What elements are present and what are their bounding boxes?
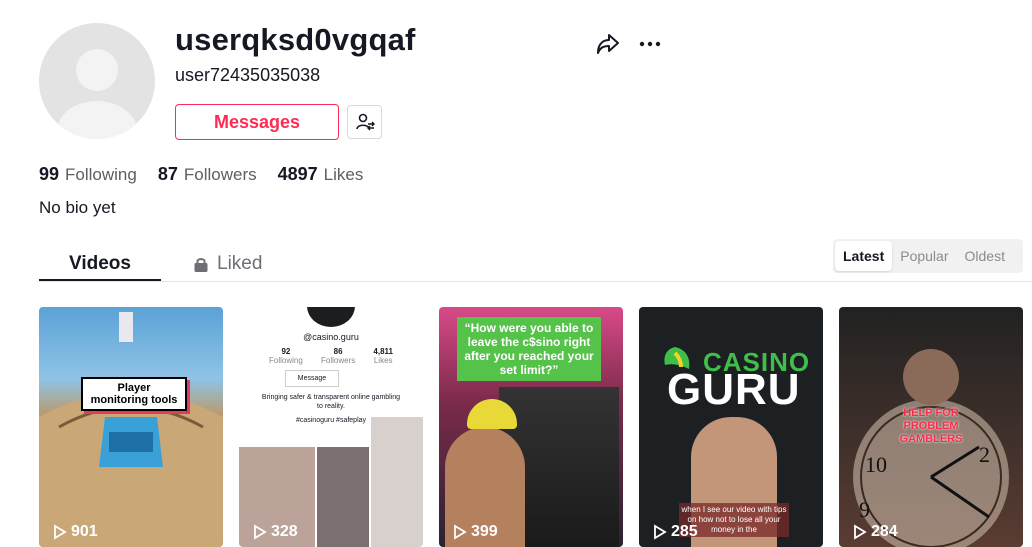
- view-count: 399: [453, 523, 498, 541]
- followers-count: 87: [157, 164, 178, 184]
- more-options-icon[interactable]: [638, 33, 662, 55]
- casino-logo-bottom: GURU: [667, 365, 801, 414]
- svg-text:10: 10: [865, 452, 887, 477]
- tab-divider: [39, 281, 1032, 282]
- followers-stat[interactable]: 87 Followers: [158, 164, 257, 185]
- following-stat[interactable]: 99 Following: [39, 164, 137, 185]
- profile-stats: 99 Following 87 Followers 4897 Likes: [39, 164, 384, 185]
- video-card[interactable]: “How were you able to leave the c$sino r…: [439, 307, 623, 547]
- likes-label: Likes: [323, 165, 364, 184]
- svg-text:9: 9: [859, 497, 870, 522]
- following-label: Following: [65, 165, 137, 184]
- video-card[interactable]: 10 2 9 HELP FOR PROBLEM GAMBLERS 284: [839, 307, 1023, 547]
- user-switch-icon: [355, 113, 375, 131]
- play-icon: [854, 524, 867, 540]
- tab-liked[interactable]: Liked: [193, 248, 262, 280]
- lock-icon: [194, 257, 208, 272]
- following-count: 99: [39, 164, 60, 184]
- messages-button[interactable]: Messages: [175, 104, 339, 140]
- video-overlay-text: HELP FOR PROBLEM GAMBLERS: [899, 407, 963, 445]
- channel-bio: Bringing safer & transparent online gamb…: [261, 394, 401, 410]
- play-icon: [254, 524, 267, 540]
- profile-handle: user72435035038: [175, 65, 321, 85]
- profile-bio: No bio yet: [39, 198, 116, 217]
- play-icon: [654, 524, 667, 540]
- channel-message-button: Message: [285, 370, 339, 387]
- sort-popular[interactable]: Popular: [892, 241, 956, 271]
- video-overlay-text: “How were you able to leave the c$sino r…: [457, 317, 601, 381]
- thumbnail-person-3: [371, 417, 423, 547]
- thumbnail-person-2: [317, 447, 369, 547]
- avatar-body-shape: [57, 101, 137, 139]
- video-card[interactable]: Player monitoring tools 901: [39, 307, 223, 547]
- svg-text:2: 2: [979, 442, 990, 467]
- view-count: 285: [653, 523, 698, 541]
- avatar: [39, 23, 155, 139]
- view-count: 328: [253, 523, 298, 541]
- sort-toggle: Latest Popular Oldest: [833, 239, 1023, 273]
- video-card[interactable]: CASINO GURU when I see our video with ti…: [639, 307, 823, 547]
- share-icon[interactable]: [596, 33, 620, 55]
- sort-latest[interactable]: Latest: [835, 241, 893, 271]
- sort-oldest[interactable]: Oldest: [957, 241, 1013, 271]
- likes-count: 4897: [277, 164, 318, 184]
- ramp-illustration: [39, 312, 223, 547]
- tab-videos[interactable]: Videos: [39, 248, 161, 280]
- play-icon: [454, 524, 467, 540]
- profile-username: userqksd0vgqaf: [175, 22, 416, 57]
- video-overlay-text: Player monitoring tools: [81, 377, 187, 411]
- play-icon: [54, 524, 67, 540]
- tab-videos-label: Videos: [69, 253, 131, 274]
- avatar-head-shape: [76, 49, 118, 91]
- video-card[interactable]: @casino.guru 92 Following 86 Followers 4,8…: [239, 307, 423, 547]
- channel-stats: 92 Following 86 Followers 4,811 Likes: [269, 347, 393, 365]
- channel-avatar: [307, 307, 355, 327]
- channel-name: @casino.guru: [303, 332, 359, 342]
- view-count: 901: [53, 523, 98, 541]
- view-count: 284: [853, 523, 898, 541]
- tab-liked-label: Liked: [217, 253, 263, 274]
- follow-toggle-button[interactable]: [347, 105, 382, 139]
- likes-stat: 4897 Likes: [278, 164, 364, 185]
- followers-label: Followers: [183, 165, 257, 184]
